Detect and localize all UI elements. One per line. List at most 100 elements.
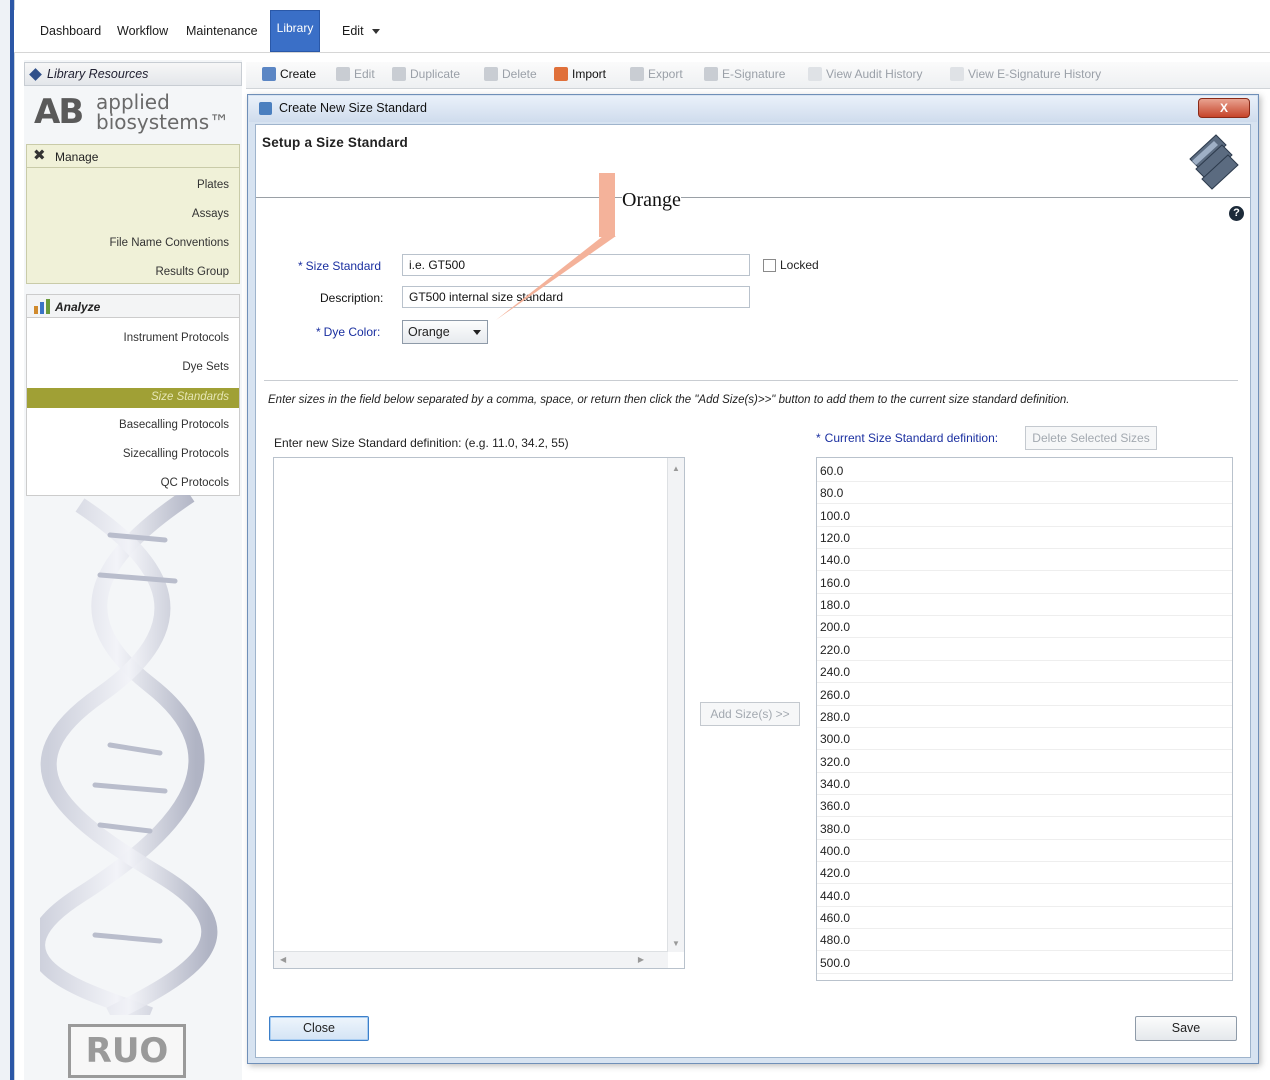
scroll-down-icon[interactable]: ▼ xyxy=(672,939,680,948)
size-list-item[interactable]: 160.0 xyxy=(817,572,1232,594)
sidebar-item-sizecalling-protocols[interactable]: Sizecalling Protocols xyxy=(123,448,229,460)
dye-color-select[interactable]: Orange xyxy=(402,320,488,344)
document-icon xyxy=(808,67,822,81)
size-list-item[interactable]: 280.0 xyxy=(817,706,1232,728)
bar-chart-icon xyxy=(33,298,51,317)
size-list-item[interactable]: 260.0 xyxy=(817,684,1232,706)
toolbar: Create Edit Duplicate Delete Import Expo… xyxy=(246,62,1270,89)
locked-label: Locked xyxy=(780,258,819,272)
menu-edit[interactable]: Edit xyxy=(342,24,380,38)
sidebar-item-instrument-protocols[interactable]: Instrument Protocols xyxy=(124,332,229,344)
duplicate-button[interactable]: Duplicate xyxy=(392,67,460,81)
tools-icon: ✖ xyxy=(33,147,46,164)
size-standard-icon xyxy=(259,102,272,115)
sidebar-item-qc-protocols[interactable]: QC Protocols xyxy=(161,477,229,489)
diamond-icon xyxy=(29,68,42,81)
menu-library[interactable]: Library xyxy=(270,10,320,52)
dialog-titlebar[interactable]: Create New Size Standard xyxy=(249,96,1257,122)
size-standard-label-text: Size Standard xyxy=(305,259,382,273)
size-list-item[interactable]: 300.0 xyxy=(817,728,1232,751)
enter-sizes-label: Enter new Size Standard definition: (e.g… xyxy=(274,436,569,450)
export-icon xyxy=(630,67,644,81)
dye-color-value: Orange xyxy=(408,325,450,339)
manage-section-header[interactable]: ✖ Manage xyxy=(26,144,240,168)
import-button[interactable]: Import xyxy=(554,67,606,81)
sidebar-item-dye-sets[interactable]: Dye Sets xyxy=(182,361,229,373)
description-input[interactable]: GT500 internal size standard xyxy=(402,286,750,308)
sidebar-item-file-name-conventions[interactable]: File Name Conventions xyxy=(109,237,229,249)
size-list-item[interactable]: 240.0 xyxy=(817,661,1232,684)
scroll-up-icon[interactable]: ▲ xyxy=(672,464,680,473)
scroll-left-icon[interactable]: ◀ xyxy=(280,955,286,964)
size-list-item[interactable]: 420.0 xyxy=(817,862,1232,885)
create-label: Create xyxy=(280,67,317,81)
current-sizes-list[interactable]: 60.0 80.0 100.0 120.0 140.0 160.0 180.0 200.0 22… xyxy=(816,457,1233,981)
size-list-item[interactable]: 400.0 xyxy=(817,840,1232,862)
size-list-item[interactable]: 460.0 xyxy=(817,907,1232,929)
setup-header: Setup a Size Standard xyxy=(256,125,1250,198)
view-audit-history-button[interactable]: View Audit History xyxy=(808,67,923,81)
size-standard-label: * Size Standard xyxy=(298,259,382,273)
view-esignature-history-button[interactable]: View E-Signature History xyxy=(950,67,1101,81)
menu-workflow[interactable]: Workflow xyxy=(117,24,168,38)
create-button[interactable]: Create xyxy=(262,67,316,81)
size-list-item[interactable]: 360.0 xyxy=(817,795,1232,818)
add-sizes-button[interactable]: Add Size(s) >> xyxy=(700,702,800,726)
size-list-item[interactable]: 340.0 xyxy=(817,773,1232,795)
dye-color-label: * Dye Color: xyxy=(316,325,381,339)
setup-title: Setup a Size Standard xyxy=(262,135,408,150)
stacked-plates-icon xyxy=(1189,134,1239,190)
size-list-item[interactable]: 380.0 xyxy=(817,818,1232,840)
export-button[interactable]: Export xyxy=(630,67,683,81)
dna-helix-image xyxy=(40,495,218,1015)
analyze-section-header[interactable]: Analyze xyxy=(26,294,240,318)
current-definition-label-text: Current Size Standard definition: xyxy=(824,431,999,445)
duplicate-icon xyxy=(392,67,406,81)
current-definition-label: * Current Size Standard definition: xyxy=(816,431,999,445)
locked-checkbox[interactable] xyxy=(763,259,776,272)
esignature-label: E-Signature xyxy=(722,67,786,81)
size-list-item[interactable]: 500.0 xyxy=(817,952,1232,974)
description-label: Description: xyxy=(320,291,384,305)
size-list-item[interactable]: 200.0 xyxy=(817,616,1232,639)
size-list-item[interactable]: 80.0 xyxy=(817,482,1232,505)
save-button[interactable]: Save xyxy=(1135,1016,1237,1041)
vertical-scrollbar[interactable]: ▲ ▼ xyxy=(667,458,684,952)
size-list-item[interactable]: 320.0 xyxy=(817,751,1232,773)
menu-bar: Dashboard Workflow Maintenance Library E… xyxy=(14,10,1270,53)
size-list-item[interactable]: 120.0 xyxy=(817,527,1232,550)
sidebar-item-size-standards[interactable]: Size Standards xyxy=(27,388,239,408)
divider xyxy=(264,380,1238,381)
menu-dashboard[interactable]: Dashboard xyxy=(40,24,101,38)
delete-label: Delete xyxy=(502,67,537,81)
logo-mark: AB xyxy=(34,92,84,132)
horizontal-scrollbar[interactable]: ◀ ▶ xyxy=(274,951,668,968)
sidebar-item-results-group[interactable]: Results Group xyxy=(155,266,229,278)
import-icon xyxy=(554,67,568,81)
size-list-item[interactable]: 220.0 xyxy=(817,639,1232,661)
size-standard-input[interactable]: i.e. GT500 xyxy=(402,254,750,276)
size-list-item[interactable]: 480.0 xyxy=(817,929,1232,952)
sidebar-item-assays[interactable]: Assays xyxy=(192,208,229,220)
applied-biosystems-logo: AB applied biosystems™ xyxy=(28,88,240,140)
new-sizes-textarea[interactable]: ▲ ▼ ◀ ▶ xyxy=(273,457,685,969)
delete-button[interactable]: Delete xyxy=(484,67,537,81)
menu-maintenance[interactable]: Maintenance xyxy=(186,24,258,38)
close-icon[interactable]: X xyxy=(1198,98,1250,118)
close-button[interactable]: Close xyxy=(269,1016,369,1041)
size-list-item[interactable]: 180.0 xyxy=(817,594,1232,617)
sidebar-item-basecalling-protocols[interactable]: Basecalling Protocols xyxy=(119,419,229,431)
size-list-item[interactable]: 100.0 xyxy=(817,505,1232,527)
esignature-button[interactable]: E-Signature xyxy=(704,67,785,81)
help-icon[interactable]: ? xyxy=(1229,206,1244,221)
view-esignature-history-label: View E-Signature History xyxy=(968,67,1102,81)
edit-button[interactable]: Edit xyxy=(336,67,375,81)
size-list-item[interactable]: 60.0 xyxy=(817,460,1232,482)
analyze-section-title: Analyze xyxy=(55,300,101,314)
delete-selected-sizes-button[interactable]: Delete Selected Sizes xyxy=(1025,426,1157,450)
scroll-right-icon[interactable]: ▶ xyxy=(638,955,644,964)
size-list-item[interactable]: 140.0 xyxy=(817,549,1232,572)
dialog-title: Create New Size Standard xyxy=(279,101,427,115)
size-list-item[interactable]: 440.0 xyxy=(817,885,1232,907)
sidebar-item-plates[interactable]: Plates xyxy=(197,179,229,191)
